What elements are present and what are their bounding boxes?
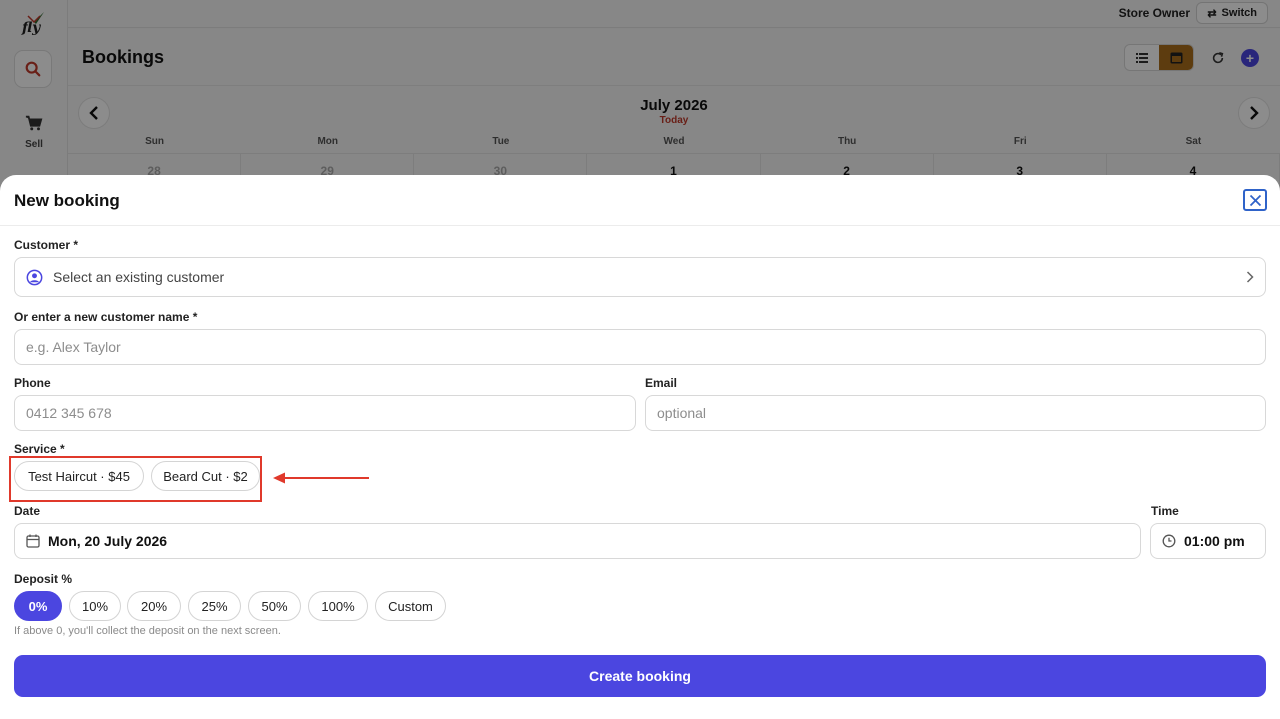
deposit-hint: If above 0, you'll collect the deposit o… [14,625,281,637]
new-customer-input[interactable] [26,339,1254,355]
email-field [645,395,1266,431]
new-customer-field [14,329,1266,365]
service-label: Service * [14,442,65,456]
deposit-option[interactable]: Custom [375,591,446,621]
close-icon [1249,194,1261,206]
time-value: 01:00 pm [1184,533,1245,549]
new-customer-label: Or enter a new customer name * [14,310,198,324]
date-picker[interactable]: Mon, 20 July 2026 [14,523,1141,559]
email-input[interactable] [657,405,1254,421]
customer-label: Customer * [14,238,79,252]
date-label: Date [14,504,41,518]
deposit-option[interactable]: 20% [127,591,181,621]
phone-field [14,395,636,431]
deposit-option[interactable]: 100% [308,591,368,621]
deposit-option[interactable]: 50% [248,591,301,621]
sheet-header: New booking [0,175,1280,226]
new-booking-sheet: New booking Customer * Select an existin… [0,175,1280,719]
user-circle-icon [26,269,43,285]
sheet-title: New booking [14,191,120,210]
calendar-icon [26,534,40,548]
chevron-right-icon [1246,271,1254,283]
customer-select[interactable]: Select an existing customer [14,257,1266,297]
deposit-label: Deposit % [14,572,73,586]
phone-label: Phone [14,376,51,390]
annotation-highlight-box [9,456,262,502]
customer-select-text: Select an existing customer [53,269,225,285]
email-label: Email [645,376,678,390]
time-label: Time [1151,504,1179,518]
time-picker[interactable]: 01:00 pm [1150,523,1266,559]
create-booking-button[interactable]: Create booking [14,655,1266,697]
phone-input[interactable] [26,405,624,421]
annotation-arrow-icon [273,472,369,484]
date-value: Mon, 20 July 2026 [48,533,168,549]
deposit-option[interactable]: 10% [69,591,121,621]
close-button[interactable] [1243,189,1267,211]
deposit-option[interactable]: 0% [14,591,62,621]
deposit-option[interactable]: 25% [188,591,241,621]
clock-icon [1162,534,1176,548]
